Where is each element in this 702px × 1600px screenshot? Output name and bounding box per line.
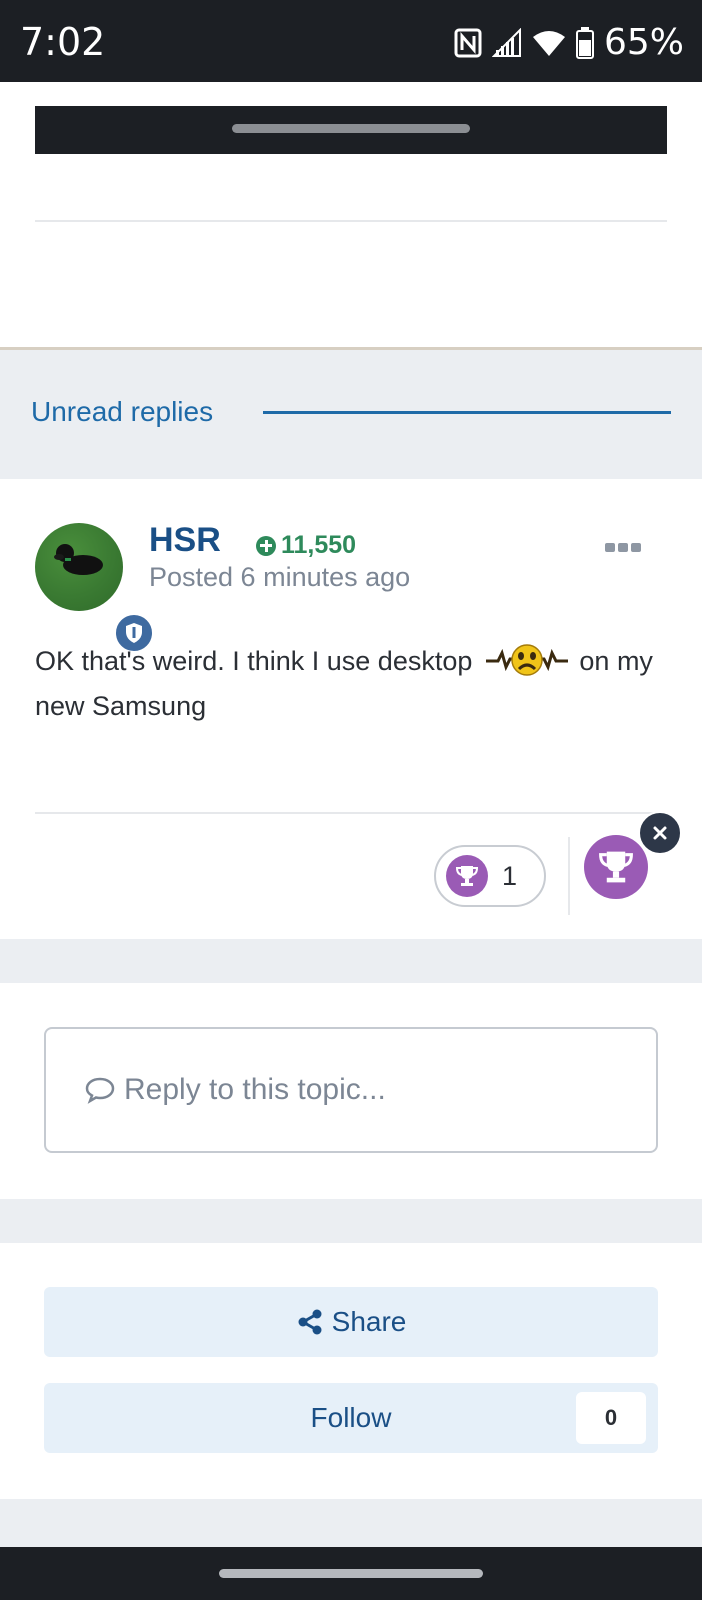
comment-icon <box>85 1077 115 1104</box>
reaction-separator <box>568 837 570 915</box>
reaction-count: 1 <box>502 860 518 891</box>
signal-icon <box>491 27 521 57</box>
trophy-icon <box>455 866 479 886</box>
post-timestamp[interactable]: Posted 6 minutes ago <box>149 562 410 593</box>
more-options-icon[interactable] <box>605 543 641 552</box>
navigation-bar <box>0 1547 702 1600</box>
wifi-icon <box>532 30 565 56</box>
previous-post-card <box>0 82 702 350</box>
post-text-part1: OK that's weird. I think I use desktop <box>35 646 473 676</box>
post-divider <box>35 812 667 814</box>
battery-icon <box>575 26 594 59</box>
close-icon[interactable] <box>638 811 682 855</box>
trophy-icon <box>599 851 633 883</box>
post-author-name[interactable]: HSR <box>149 521 221 560</box>
status-bar: 7:02 65% <box>0 0 702 82</box>
media-handle <box>232 124 470 133</box>
share-label: Share <box>331 1306 407 1337</box>
embedded-media[interactable] <box>35 106 667 154</box>
follow-button[interactable]: Follow 0 <box>44 1383 658 1453</box>
battery-percent: 65% <box>603 22 684 63</box>
unread-replies-line <box>263 411 671 414</box>
share-icon <box>298 1309 322 1335</box>
actions-card: Share Follow 0 <box>0 1243 702 1499</box>
unread-replies-separator: Unread replies <box>0 353 702 479</box>
reply-placeholder: Reply to this topic... <box>124 1073 386 1106</box>
nfc-icon <box>454 28 482 57</box>
reputation-badge: 11,550 <box>256 531 356 560</box>
status-time: 7:02 <box>20 20 106 64</box>
home-gesture-handle[interactable] <box>219 1569 483 1578</box>
reaction-count-pill[interactable]: 1 <box>434 845 546 907</box>
reputation-value: 11,550 <box>281 531 357 559</box>
trophy-reaction <box>446 855 488 897</box>
reply-input[interactable]: Reply to this topic... <box>44 1027 658 1153</box>
post-card: HSR 11,550 Posted 6 minutes ago OK that'… <box>0 479 702 939</box>
plus-circle-icon <box>256 535 276 556</box>
avatar[interactable] <box>35 523 155 654</box>
dog-photo-icon <box>54 544 103 575</box>
react-button[interactable] <box>584 835 648 899</box>
follow-count: 0 <box>576 1392 646 1444</box>
status-icons: 65% <box>454 22 684 63</box>
share-button[interactable]: Share <box>44 1287 658 1357</box>
reply-card: Reply to this topic... <box>0 983 702 1199</box>
post-content: OK that's weird. I think I use desktop o… <box>35 639 675 729</box>
divider <box>35 220 667 222</box>
unread-replies-label: Unread replies <box>31 396 214 427</box>
follow-label: Follow <box>310 1402 392 1433</box>
wailing-emoji-icon <box>485 644 568 676</box>
